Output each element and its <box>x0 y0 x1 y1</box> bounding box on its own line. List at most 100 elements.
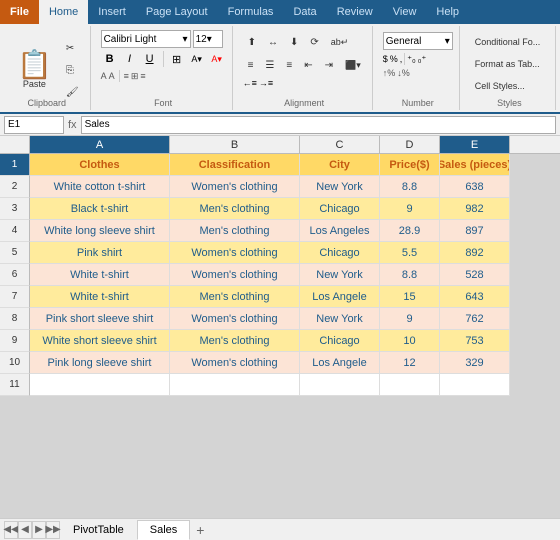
border-button[interactable]: ⊞ <box>168 50 186 68</box>
name-box[interactable]: E1 <box>4 116 64 134</box>
table-cell[interactable]: White short sleeve shirt <box>30 330 170 352</box>
table-cell[interactable]: Women's clothing <box>170 352 300 374</box>
table-cell[interactable]: Clothes <box>30 154 170 176</box>
row-number[interactable]: 8 <box>0 308 30 330</box>
sheet-tab-pivottable[interactable]: PivotTable <box>60 520 137 540</box>
table-cell[interactable]: 9 <box>380 308 440 330</box>
table-cell[interactable] <box>440 374 510 396</box>
table-cell[interactable] <box>170 374 300 396</box>
decrease-indent-button[interactable]: ⇤ <box>299 55 317 75</box>
table-cell[interactable]: Pink shirt <box>30 242 170 264</box>
table-cell[interactable]: White t-shirt <box>30 264 170 286</box>
table-cell[interactable]: Women's clothing <box>170 308 300 330</box>
table-cell[interactable]: 28.9 <box>380 220 440 242</box>
copy-button[interactable]: ⎘ <box>61 60 84 80</box>
table-cell[interactable]: Sales (pieces) <box>440 154 510 176</box>
spreadsheet-scroll-container[interactable]: 1ClothesClassificationCityPrice($)Sales … <box>0 154 560 518</box>
table-cell[interactable]: 12 <box>380 352 440 374</box>
table-cell[interactable]: Men's clothing <box>170 198 300 220</box>
row-number[interactable]: 5 <box>0 242 30 264</box>
fill-color-button[interactable]: A▾ <box>188 50 206 68</box>
row-number[interactable]: 10 <box>0 352 30 374</box>
table-cell[interactable]: Men's clothing <box>170 286 300 308</box>
wrap-text-button[interactable]: ab↵ <box>326 32 354 52</box>
table-cell[interactable]: 897 <box>440 220 510 242</box>
formula-input[interactable]: Sales <box>81 116 556 134</box>
col-header-e[interactable]: E <box>440 136 510 153</box>
tab-page-layout[interactable]: Page Layout <box>136 0 218 24</box>
paste-button[interactable]: 📋 Paste <box>10 46 59 94</box>
increase-indent-button[interactable]: ⇥ <box>320 55 338 75</box>
add-sheet-button[interactable]: + <box>190 520 210 540</box>
number-format-selector[interactable]: General ▾ <box>383 32 453 50</box>
italic-button[interactable]: I <box>121 50 139 68</box>
cell-styles-button[interactable]: Cell Styles... <box>470 76 549 96</box>
sheet-scroll-left-button[interactable]: ◀◀ <box>4 521 18 539</box>
row-number[interactable]: 1 <box>0 154 30 176</box>
row-number[interactable]: 7 <box>0 286 30 308</box>
font-size-selector[interactable]: 12 ▾ <box>193 30 223 48</box>
table-cell[interactable]: Women's clothing <box>170 176 300 198</box>
align-center-button[interactable]: ☰ <box>260 55 279 75</box>
table-cell[interactable] <box>380 374 440 396</box>
align-bottom-button[interactable]: ⬇ <box>285 32 303 52</box>
table-cell[interactable]: New York <box>300 264 380 286</box>
table-cell[interactable]: Women's clothing <box>170 264 300 286</box>
col-header-b[interactable]: B <box>170 136 300 153</box>
table-cell[interactable]: 9 <box>380 198 440 220</box>
sheet-scroll-right-button[interactable]: ▶▶ <box>46 521 60 539</box>
table-cell[interactable]: 638 <box>440 176 510 198</box>
table-cell[interactable]: New York <box>300 308 380 330</box>
row-number[interactable]: 11 <box>0 374 30 396</box>
font-name-selector[interactable]: Calibri Light ▾ <box>101 30 191 48</box>
sheet-scroll-next-button[interactable]: ▶ <box>32 521 46 539</box>
table-cell[interactable]: 753 <box>440 330 510 352</box>
table-cell[interactable]: 15 <box>380 286 440 308</box>
table-cell[interactable]: White long sleeve shirt <box>30 220 170 242</box>
tab-data[interactable]: Data <box>283 0 326 24</box>
tab-view[interactable]: View <box>383 0 427 24</box>
align-middle-button[interactable]: ↔ <box>263 32 283 52</box>
tab-home[interactable]: Home <box>39 0 88 24</box>
conditional-formatting-button[interactable]: Conditional Fo... <box>470 32 549 52</box>
row-number[interactable]: 2 <box>0 176 30 198</box>
table-cell[interactable]: 643 <box>440 286 510 308</box>
tab-formulas[interactable]: Formulas <box>218 0 284 24</box>
tab-file[interactable]: File <box>0 0 39 24</box>
table-cell[interactable]: Price($) <box>380 154 440 176</box>
table-cell[interactable]: 892 <box>440 242 510 264</box>
underline-button[interactable]: U <box>141 50 159 68</box>
tab-help[interactable]: Help <box>426 0 469 24</box>
tab-review[interactable]: Review <box>327 0 383 24</box>
row-number[interactable]: 6 <box>0 264 30 286</box>
table-cell[interactable]: New York <box>300 176 380 198</box>
table-cell[interactable]: Black t-shirt <box>30 198 170 220</box>
table-cell[interactable] <box>300 374 380 396</box>
col-header-c[interactable]: C <box>300 136 380 153</box>
table-cell[interactable]: City <box>300 154 380 176</box>
table-cell[interactable]: 762 <box>440 308 510 330</box>
table-cell[interactable]: Women's clothing <box>170 242 300 264</box>
table-cell[interactable]: 982 <box>440 198 510 220</box>
format-as-table-button[interactable]: Format as Tab... <box>470 54 549 74</box>
cut-button[interactable]: ✂ <box>61 38 84 58</box>
table-cell[interactable]: Chicago <box>300 242 380 264</box>
table-cell[interactable]: Los Angele <box>300 352 380 374</box>
row-number[interactable]: 4 <box>0 220 30 242</box>
table-cell[interactable]: Pink long sleeve shirt <box>30 352 170 374</box>
table-cell[interactable]: Chicago <box>300 330 380 352</box>
font-color-button[interactable]: A▾ <box>208 50 226 68</box>
table-cell[interactable]: 8.8 <box>380 264 440 286</box>
table-cell[interactable]: 528 <box>440 264 510 286</box>
col-header-d[interactable]: D <box>380 136 440 153</box>
table-cell[interactable]: Los Angeles <box>300 220 380 242</box>
align-right-button[interactable]: ≡ <box>281 55 297 75</box>
table-cell[interactable] <box>30 374 170 396</box>
merge-button[interactable]: ⬛▾ <box>340 55 366 75</box>
bold-button[interactable]: B <box>101 50 119 68</box>
table-cell[interactable]: White t-shirt <box>30 286 170 308</box>
table-cell[interactable]: Los Angele <box>300 286 380 308</box>
table-cell[interactable]: Classification <box>170 154 300 176</box>
align-top-button[interactable]: ⬆ <box>243 32 261 52</box>
orientation-button[interactable]: ⟳ <box>305 32 323 52</box>
